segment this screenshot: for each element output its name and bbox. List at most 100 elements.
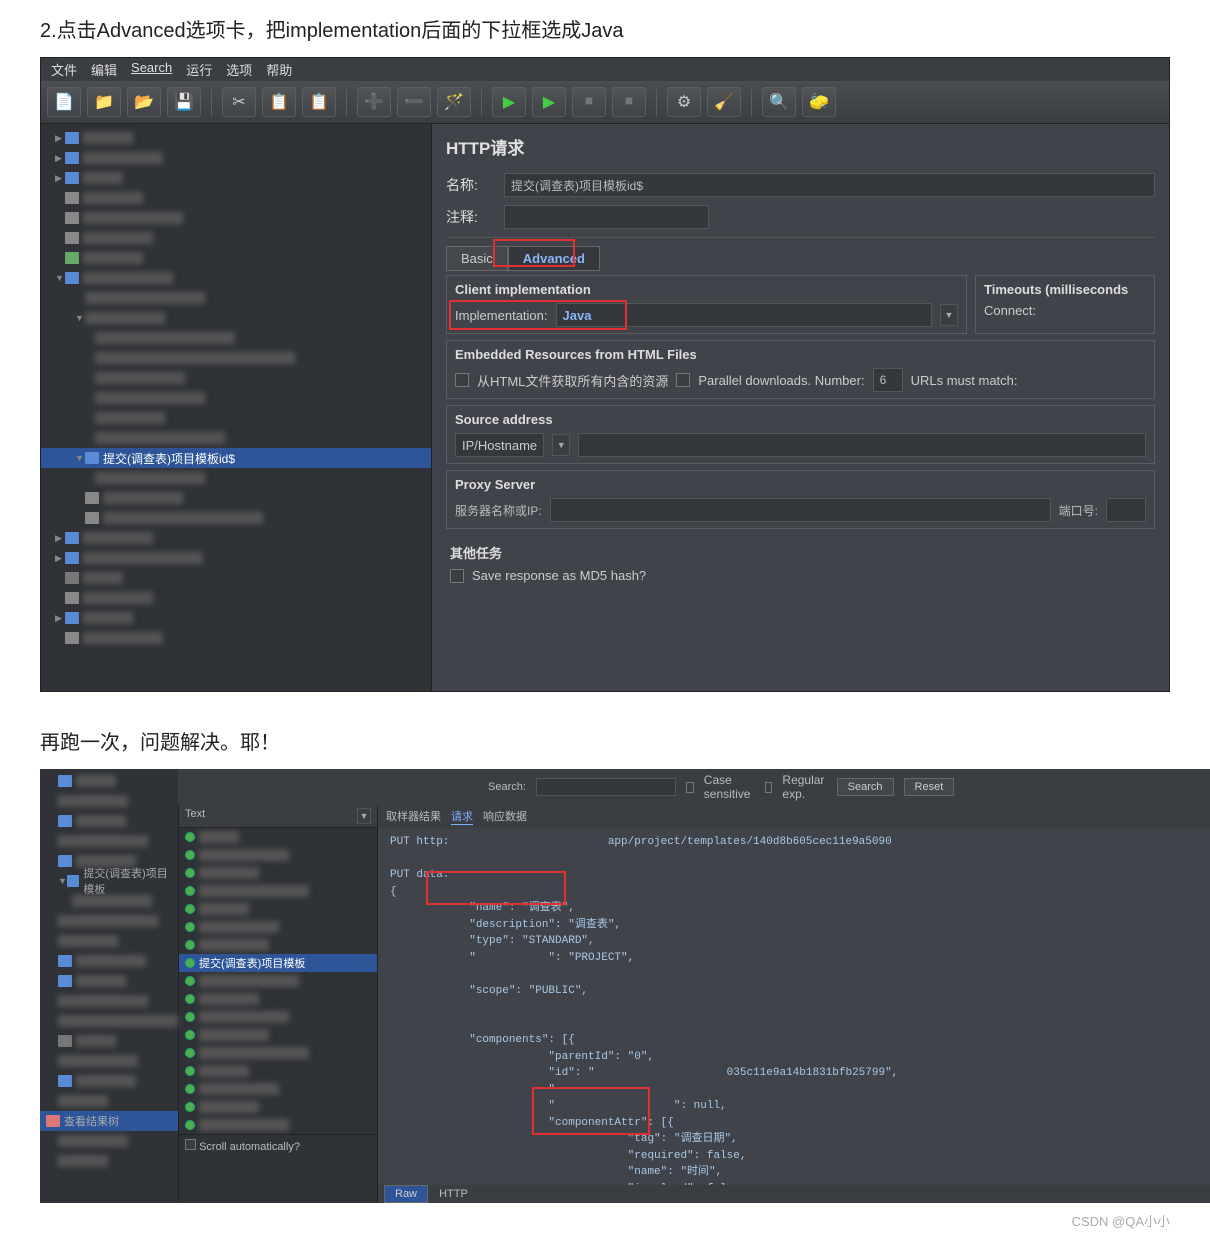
watermark: CSDN @QA小小 [0, 1203, 1210, 1238]
success-icon [185, 904, 195, 914]
md5-checkbox[interactable] [450, 569, 464, 583]
name-label: 名称: [446, 175, 496, 195]
caption-1: 2.点击Advanced选项卡，把implementation后面的下拉框选成J… [0, 0, 1210, 57]
tb-search-icon[interactable]: 🔍 [762, 87, 796, 117]
http-label[interactable]: HTTP [431, 1188, 468, 1200]
success-icon [185, 1030, 195, 1040]
tb-clean-icon[interactable]: 🧽 [802, 87, 836, 117]
menu-help[interactable]: 帮助 [266, 60, 292, 79]
results-list[interactable]: Text ▼ 提交(调查表)项目模板 [178, 805, 378, 1203]
chevron-down-icon[interactable]: ▼ [357, 808, 371, 824]
tb-paste-icon[interactable]: 📋 [302, 87, 336, 117]
success-icon [185, 886, 195, 896]
test-plan-tree[interactable]: ▶ ▶ ▶ ▼ ▼ ▼提交(调查表)项目模板id$ ▶ ▶ ▶ [41, 124, 431, 691]
success-icon [185, 1120, 195, 1130]
md5-label: Save response as MD5 hash? [472, 568, 646, 583]
menu-edit[interactable]: 编辑 [91, 60, 117, 79]
tree-node-selected: ▼提交(调查表)项目模板id$ [41, 448, 431, 468]
chevron-down-icon[interactable]: ▼ [940, 304, 958, 326]
source-title: Source address [455, 412, 1146, 427]
port-label: 端口号: [1059, 502, 1098, 519]
success-icon [185, 1084, 195, 1094]
success-icon [185, 994, 195, 1004]
tb-new-icon[interactable]: 📄 [47, 87, 81, 117]
config-panel: HTTP请求 名称: 注释: Basic Advanced Client imp… [431, 124, 1169, 691]
search-input-2[interactable] [536, 778, 676, 796]
tree2-node: 提交(调查表)项目模板 [83, 865, 178, 897]
menu-file[interactable]: 文件 [51, 60, 77, 79]
tb-stop-icon[interactable]: ⏹ [572, 87, 606, 117]
tab-request[interactable]: 请求 [451, 808, 473, 825]
proxy-input[interactable] [550, 498, 1051, 522]
port-input[interactable] [1106, 498, 1146, 522]
tree2-viewer: 查看结果树 [64, 1113, 119, 1129]
caption-2: 再跑一次，问题解决。耶！ [0, 712, 1210, 769]
search-label: Search: [488, 781, 526, 793]
tb-save-icon[interactable]: 💾 [167, 87, 201, 117]
regex-checkbox[interactable] [765, 782, 773, 793]
embed-checkbox[interactable] [455, 373, 469, 387]
tb-minus-icon[interactable]: ➖ [397, 87, 431, 117]
tb-clear-icon[interactable]: 🧹 [707, 87, 741, 117]
case-checkbox[interactable] [686, 782, 694, 793]
jmeter-window-2: ▼提交(调查表)项目模板 查看结果树 Search: Case sensitiv… [40, 769, 1170, 1203]
proxy-title: Proxy Server [455, 477, 1146, 492]
embedded-title: Embedded Resources from HTML Files [455, 347, 1146, 362]
parallel-label: Parallel downloads. Number: [698, 373, 864, 388]
tb-copy-icon[interactable]: 📋 [262, 87, 296, 117]
tree-2[interactable]: ▼提交(调查表)项目模板 查看结果树 [40, 769, 178, 1203]
urls-match-label: URLs must match: [911, 373, 1018, 388]
highlight-advanced [493, 239, 575, 267]
iphost-select[interactable]: IP/Hostname [455, 433, 544, 457]
toolbar: 📄 📁 📂 💾 ✂ 📋 📋 ➕ ➖ 🪄 ▶ ▶ ⏹ ⏹ ⚙ 🧹 🔍 🧽 [41, 81, 1169, 124]
chevron-down-icon[interactable]: ▼ [552, 434, 570, 456]
jmeter-window-1: 文件 编辑 Search 运行 选项 帮助 📄 📁 📂 💾 ✂ 📋 📋 ➕ ➖ … [40, 57, 1170, 692]
tb-templates-icon[interactable]: 📁 [87, 87, 121, 117]
tb-plus-icon[interactable]: ➕ [357, 87, 391, 117]
success-icon [185, 850, 195, 860]
tb-start-no-icon[interactable]: ▶ [532, 87, 566, 117]
success-icon [185, 868, 195, 878]
result-selected: 提交(调查表)项目模板 [199, 955, 305, 971]
response-panel: 取样器结果 请求 响应数据 PUT http: app/project/temp… [378, 805, 1210, 1203]
regex-label: Regular exp. [782, 773, 826, 801]
tab-response[interactable]: 响应数据 [483, 808, 527, 825]
menu-run[interactable]: 运行 [186, 60, 212, 79]
tb-open-icon[interactable]: 📂 [127, 87, 161, 117]
raw-button[interactable]: Raw [384, 1185, 428, 1203]
tb-cut-icon[interactable]: ✂ [222, 87, 256, 117]
success-icon [185, 922, 195, 932]
tb-wand-icon[interactable]: 🪄 [437, 87, 471, 117]
scroll-label: Scroll automatically? [199, 1141, 300, 1153]
search-button[interactable]: Search [837, 778, 894, 796]
case-label: Case sensitive [704, 773, 755, 801]
menu-options[interactable]: 选项 [226, 60, 252, 79]
other-title: 其他任务 [450, 543, 1151, 562]
menu-search[interactable]: Search [131, 60, 172, 79]
name-input[interactable] [504, 173, 1155, 197]
success-icon [185, 976, 195, 986]
text-select[interactable]: Text [185, 808, 357, 824]
comment-label: 注释: [446, 207, 496, 227]
success-icon [185, 940, 195, 950]
parallel-checkbox[interactable] [676, 373, 690, 387]
parallel-num-input[interactable] [873, 368, 903, 392]
proxy-label: 服务器名称或IP: [455, 502, 542, 519]
success-icon [185, 1012, 195, 1022]
reset-button[interactable]: Reset [904, 778, 955, 796]
success-icon [185, 958, 195, 968]
connect-label: Connect: [984, 303, 1036, 318]
highlight-impl [449, 300, 627, 330]
menubar: 文件 编辑 Search 运行 选项 帮助 [41, 58, 1169, 81]
tab-sampler[interactable]: 取样器结果 [386, 808, 441, 825]
tb-start-icon[interactable]: ▶ [492, 87, 526, 117]
tb-gear-icon[interactable]: ⚙ [667, 87, 701, 117]
success-icon [185, 1066, 195, 1076]
comment-input[interactable] [504, 205, 709, 229]
source-input[interactable] [578, 433, 1146, 457]
highlight-attrs [532, 1087, 650, 1135]
tb-shutdown-icon[interactable]: ⏹ [612, 87, 646, 117]
panel-title: HTTP请求 [432, 124, 1169, 169]
scroll-checkbox[interactable] [185, 1139, 196, 1150]
success-icon [185, 1048, 195, 1058]
